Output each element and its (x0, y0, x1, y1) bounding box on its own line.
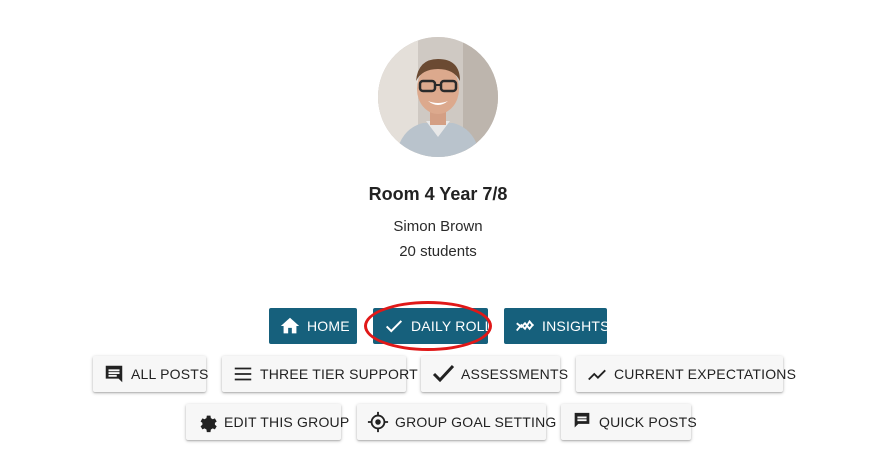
three-tier-support-button-label: THREE TIER SUPPORT (260, 366, 418, 382)
current-expectations-button[interactable]: CURRENT EXPECTATIONS (576, 356, 796, 392)
home-icon (279, 314, 301, 338)
insights-button-label: INSIGHTS (542, 318, 610, 334)
insights-icon (514, 314, 536, 338)
check-icon (431, 362, 455, 386)
all-posts-button-label: ALL POSTS (131, 366, 209, 382)
insights-button[interactable]: INSIGHTS (504, 308, 610, 344)
comment-icon (103, 362, 125, 386)
edit-this-group-button-label: EDIT THIS GROUP (224, 414, 350, 430)
home-button[interactable]: HOME (269, 308, 357, 344)
assessments-button[interactable]: ASSESSMENTS (421, 356, 568, 392)
assessments-button-label: ASSESSMENTS (461, 366, 569, 382)
edit-this-group-button[interactable]: EDIT THIS GROUP (186, 404, 349, 440)
student-count: 20 students (399, 243, 477, 260)
three-tier-support-button[interactable]: THREE TIER SUPPORT (222, 356, 418, 392)
group-goal-setting-button-label: GROUP GOAL SETTING (395, 414, 557, 430)
home-button-label: HOME (307, 318, 350, 334)
group-goal-setting-button[interactable]: GROUP GOAL SETTING (357, 404, 556, 440)
quick-posts-button-label: QUICK POSTS (599, 414, 697, 430)
daily-roll-button-label: DAILY ROLL (411, 318, 493, 334)
group-title: Room 4 Year 7/8 (368, 184, 508, 204)
target-icon (367, 410, 389, 434)
chat-icon (571, 410, 593, 434)
check-icon (383, 314, 405, 338)
teacher-name: Simon Brown (393, 218, 483, 235)
daily-roll-button[interactable]: DAILY ROLL (373, 308, 492, 344)
quick-posts-button[interactable]: QUICK POSTS (561, 404, 697, 440)
all-posts-button[interactable]: ALL POSTS (93, 356, 209, 392)
avatar (378, 37, 498, 157)
menu-icon (232, 362, 254, 386)
trending-icon (586, 362, 608, 386)
current-expectations-button-label: CURRENT EXPECTATIONS (614, 366, 797, 382)
gear-icon (196, 410, 218, 434)
